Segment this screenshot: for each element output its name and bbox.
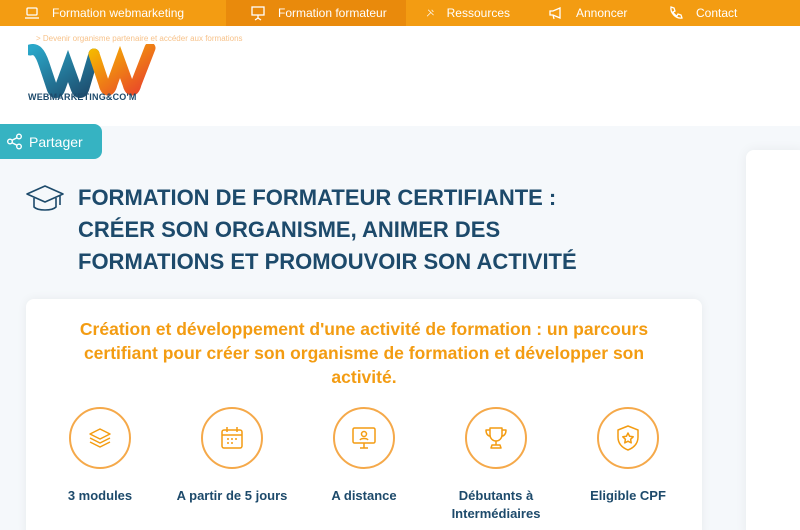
megaphone-icon (549, 7, 561, 20)
nav-item-label: Formation formateur (278, 6, 387, 20)
nav-item-formation-webmarketing[interactable]: Formation webmarketing (0, 0, 226, 26)
logo-text: WEBMARKETING&CO'M (28, 92, 137, 102)
monitor-user-icon (352, 427, 376, 449)
feature-level: Débutants à Intermédiaires (426, 407, 566, 523)
page-title: FORMATION DE FORMATEUR CERTIFIANTE : CRÉ… (78, 182, 718, 278)
page-title-line-3: FORMATIONS ET PROMOUVOIR SON ACTIVITÉ (78, 249, 577, 274)
feature-circle (333, 407, 395, 469)
feature-circle (465, 407, 527, 469)
site-header: > Devenir organisme partenaire et accéde… (0, 26, 800, 126)
feature-label: 3 modules (67, 488, 133, 503)
feature-circle (69, 407, 131, 469)
nav-item-contact[interactable]: Contact (648, 0, 800, 26)
nav-item-ressources[interactable]: Ressources (406, 0, 526, 26)
calendar-icon (221, 427, 243, 449)
nav-item-annoncer[interactable]: Annoncer (526, 0, 648, 26)
phone-icon (670, 6, 683, 19)
top-nav: Formation webmarketing Formation formate… (0, 0, 800, 26)
course-features: 3 modules A partir de 5 jours A distance… (26, 407, 702, 527)
breadcrumb[interactable]: > Devenir organisme partenaire et accéde… (36, 34, 246, 43)
nav-item-label: Contact (696, 6, 738, 20)
feature-label: Débutants à Intermédiaires (451, 488, 541, 521)
feature-label: Eligible CPF (590, 488, 666, 503)
feature-circle (201, 407, 263, 469)
share-icon (7, 133, 22, 150)
nav-item-formation-formateur[interactable]: Formation formateur (226, 0, 406, 26)
feature-cpf: Eligible CPF (558, 407, 698, 505)
feature-label: A distance (331, 488, 397, 503)
share-label: Partager (29, 133, 83, 150)
trophy-icon (485, 427, 507, 449)
badge-star-icon (617, 425, 639, 451)
course-info-card: Création et développement d'une activité… (26, 299, 702, 530)
course-subtitle: Création et développement d'une activité… (79, 319, 649, 387)
feature-label: A partir de 5 jours (176, 488, 288, 503)
layers-icon (89, 428, 111, 448)
nav-item-label: Annoncer (576, 6, 628, 20)
graduation-cap-icon (26, 185, 64, 211)
nav-item-label: Ressources (446, 6, 510, 20)
presentation-board-icon (251, 6, 265, 21)
feature-remote: A distance (294, 407, 434, 505)
feature-circle (597, 407, 659, 469)
share-button[interactable]: Partager (0, 124, 102, 159)
page-title-line-2: CRÉER SON ORGANISME, ANIMER DES (78, 217, 501, 242)
sidebar-card (746, 150, 800, 530)
tools-icon (426, 9, 434, 17)
feature-duration: A partir de 5 jours (162, 407, 302, 505)
nav-item-label: Formation webmarketing (52, 6, 185, 20)
feature-modules: 3 modules (30, 407, 170, 505)
page-title-line-1: FORMATION DE FORMATEUR CERTIFIANTE : (78, 185, 557, 210)
laptop-icon (25, 7, 39, 19)
